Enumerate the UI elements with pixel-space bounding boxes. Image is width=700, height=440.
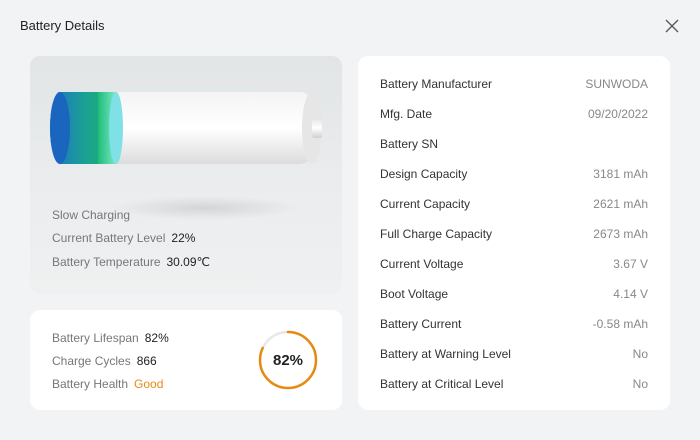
- detail-label: Battery SN: [380, 137, 439, 151]
- charge-cycles-line: Charge Cycles 866: [52, 354, 157, 368]
- detail-label: Battery at Critical Level: [380, 377, 504, 391]
- detail-label: Design Capacity: [380, 167, 468, 181]
- close-icon: [665, 19, 679, 33]
- detail-label: Battery Manufacturer: [380, 77, 493, 91]
- health-line: Battery Health Good: [52, 377, 163, 391]
- lifespan-ring-value: 82%: [272, 351, 304, 369]
- battery-temperature-value: 30.09℃: [166, 255, 211, 269]
- detail-value: 3181 mAh: [593, 167, 648, 181]
- detail-value: 2673 mAh: [593, 227, 648, 241]
- window-title: Battery Details: [20, 18, 105, 33]
- battery-level-value: 22%: [171, 231, 196, 245]
- charging-status: Slow Charging: [52, 208, 130, 222]
- detail-label: Boot Voltage: [380, 287, 449, 301]
- detail-value: 09/20/2022: [587, 107, 648, 121]
- close-button[interactable]: [660, 14, 684, 38]
- detail-label: Full Charge Capacity: [380, 227, 493, 241]
- battery-temperature-label: Battery Temperature: [52, 255, 161, 269]
- battery-status-card: Slow Charging Current Battery Level 22% B…: [30, 56, 342, 294]
- detail-label: Current Capacity: [380, 197, 471, 211]
- detail-row: Battery SN: [380, 134, 648, 154]
- detail-value: 4.14 V: [613, 287, 648, 301]
- lifespan-label: Battery Lifespan: [52, 331, 139, 345]
- lifespan-line: Battery Lifespan 82%: [52, 331, 169, 345]
- detail-label: Mfg. Date: [380, 107, 433, 121]
- battery-temperature: Battery Temperature 30.09℃: [52, 255, 210, 269]
- detail-value: No: [632, 377, 648, 391]
- health-status-value: Good: [134, 377, 164, 391]
- detail-value: No: [632, 347, 648, 361]
- detail-row: Battery at Critical Level No: [380, 374, 648, 394]
- detail-row: Mfg. Date 09/20/2022: [380, 104, 648, 124]
- detail-row: Current Capacity 2621 mAh: [380, 194, 648, 214]
- detail-value: -0.58 mAh: [592, 317, 648, 331]
- health-label: Battery Health: [52, 377, 129, 391]
- detail-row: Design Capacity 3181 mAh: [380, 164, 648, 184]
- detail-value: SUNWODA: [585, 77, 648, 91]
- detail-value: 2621 mAh: [593, 197, 648, 211]
- detail-label: Battery Current: [380, 317, 462, 331]
- detail-row: Battery Manufacturer SUNWODA: [380, 74, 648, 94]
- battery-health-card: Battery Lifespan 82% Charge Cycles 866 Bat…: [30, 310, 342, 410]
- lifespan-value: 82%: [144, 331, 169, 345]
- detail-row: Current Voltage 3.67 V: [380, 254, 648, 274]
- charge-cycles-value: 866: [136, 354, 157, 368]
- battery-level: Current Battery Level 22%: [52, 231, 195, 245]
- battery-illustration: [50, 92, 322, 164]
- detail-row: Full Charge Capacity 2673 mAh: [380, 224, 648, 244]
- battery-details-card: Battery Manufacturer SUNWODA Mfg. Date 09/2…: [358, 56, 670, 410]
- detail-value: 3.67 V: [613, 257, 648, 271]
- detail-row: Boot Voltage 4.14 V: [380, 284, 648, 304]
- charge-cycles-label: Charge Cycles: [52, 354, 131, 368]
- detail-label: Battery at Warning Level: [380, 347, 511, 361]
- detail-row: Battery at Warning Level No: [380, 344, 648, 364]
- detail-label: Current Voltage: [380, 257, 464, 271]
- detail-row: Battery Current -0.58 mAh: [380, 314, 648, 334]
- charging-status-label: Slow Charging: [52, 208, 131, 222]
- battery-level-label: Current Battery Level: [52, 231, 166, 245]
